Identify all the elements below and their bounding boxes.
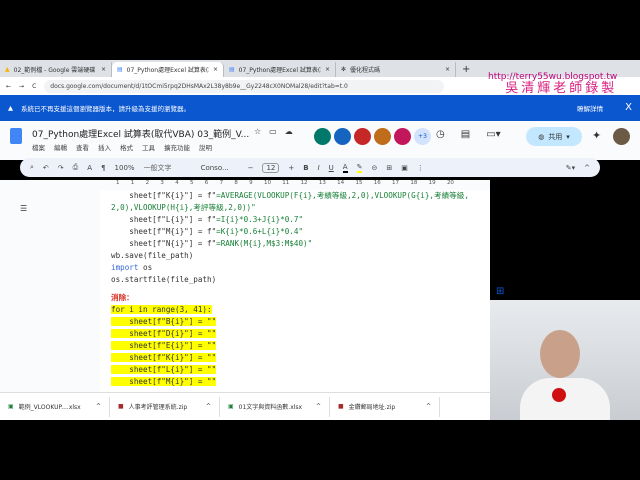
collapse-icon[interactable]: ^ [584, 164, 590, 172]
collaborators: +3 [314, 128, 431, 145]
undo-icon[interactable]: ↶ [43, 164, 49, 172]
redo-icon[interactable]: ↷ [58, 164, 64, 172]
webcam-overlay [490, 300, 640, 420]
presenter-shirt [520, 378, 610, 420]
back-icon[interactable]: ← [6, 83, 11, 90]
close-icon[interactable]: × [213, 66, 218, 73]
font-select[interactable]: Conso... [201, 164, 239, 172]
close-icon[interactable]: × [325, 66, 330, 73]
avatar[interactable] [334, 128, 351, 145]
chevron-down-icon: ▾ [566, 132, 570, 141]
tab-optimize[interactable]: ✻ 優化程式碼 × [336, 62, 456, 77]
comments-icon[interactable]: ▤ [461, 129, 470, 140]
gemini-icon[interactable]: ✦ [592, 129, 601, 142]
excel-file-icon: ▣ [228, 403, 234, 410]
more-icon[interactable]: ⋮ [417, 164, 424, 172]
forward-icon[interactable]: → [19, 83, 24, 90]
menu-format[interactable]: 格式 [120, 142, 133, 152]
zip-file-icon: ■ [338, 403, 344, 410]
image-icon[interactable]: ▣ [401, 164, 408, 172]
tab-drive[interactable]: ▲ 02_範例檔 - Google 雲端硬碟 × [0, 62, 112, 77]
menu-help[interactable]: 說明 [199, 142, 212, 152]
account-avatar[interactable] [613, 128, 630, 145]
download-item[interactable]: ▣ 範例_VLOOKUP....xlsx ^ [0, 396, 110, 417]
downloads-bar: ▣ 範例_VLOOKUP....xlsx ^ ■ 人事考評管理系統.zip ^ ▣ 01文… [0, 392, 490, 420]
close-icon[interactable]: × [101, 66, 106, 73]
underline-button[interactable]: U [329, 164, 334, 172]
bold-button[interactable]: B [303, 164, 308, 172]
search-icon[interactable]: ⌕ [30, 163, 34, 172]
more-collaborators[interactable]: +3 [414, 128, 431, 145]
watermark: http://terry55wu.blogspot.tw 吳清輝老師錄製 [488, 72, 618, 96]
download-item[interactable]: ▣ 01文字與資料函數.xlsx ^ [220, 396, 330, 417]
download-item[interactable]: ■ 人事考評管理系統.zip ^ [110, 396, 220, 417]
warning-icon: ▲ [8, 103, 13, 112]
chevron-up-icon[interactable]: ^ [316, 403, 321, 410]
text-color-button[interactable]: A [342, 163, 348, 173]
history-icon[interactable]: ◷ [436, 129, 445, 140]
presenter-face [540, 330, 580, 378]
zoom-select[interactable]: 100% [115, 164, 135, 172]
microphone [552, 388, 566, 402]
document-area: ☰ sheet[f"K{i}"] = f"=AVERAGE(VLOOKUP(F{… [0, 190, 504, 392]
star-icon[interactable]: ☆ [254, 127, 261, 136]
editing-mode-icon[interactable]: ✎▾ [566, 164, 575, 172]
chevron-up-icon[interactable]: ^ [426, 403, 431, 410]
url-input[interactable]: docs.google.com/document/d/1tOCmi5rpq2DH… [44, 79, 445, 93]
menu-insert[interactable]: 插入 [98, 142, 111, 152]
reload-icon[interactable]: C [32, 83, 36, 90]
italic-button[interactable]: I [318, 164, 320, 172]
tab-doc-active[interactable]: ▤07_Python處理Excel 試算表(取代× [112, 62, 224, 77]
outline-icon[interactable]: ☰ [20, 204, 27, 213]
spellcheck-icon[interactable]: A [87, 164, 92, 172]
close-icon[interactable]: × [445, 66, 450, 73]
docs-logo-icon [10, 128, 22, 144]
folder-icon[interactable]: ▭ [269, 127, 277, 136]
document-page[interactable]: sheet[f"K{i}"] = f"=AVERAGE(VLOOKUP(F{i}… [100, 190, 490, 392]
print-icon[interactable]: ⎙ [73, 163, 79, 172]
tab-doc[interactable]: ▤07_Python處理Excel 試算表(取代× [224, 62, 336, 77]
close-banner-button[interactable]: X [625, 102, 632, 113]
docs-icon: ▤ [229, 66, 235, 73]
add-comment-float-icon[interactable]: ⊞ [496, 286, 504, 297]
decrease-font-icon[interactable]: − [248, 164, 254, 172]
avatar[interactable] [314, 128, 331, 145]
drive-icon: ▲ [5, 66, 10, 73]
menu-file[interactable]: 檔案 [32, 142, 45, 152]
chevron-up-icon[interactable]: ^ [206, 403, 211, 410]
share-button[interactable]: ◍ 共用 ▾ [526, 127, 582, 146]
formatting-toolbar: ⌕ ↶ ↷ ⎙ A ¶ 100% 一般文字 Conso... − 12 + B I U A ✎… [20, 158, 600, 177]
meet-icon[interactable]: ▭▾ [486, 129, 500, 140]
link-icon[interactable]: ⊝ [371, 164, 377, 172]
highlight-icon[interactable]: ✎ [356, 163, 363, 173]
unsupported-browser-banner: ▲ 系統已不再支援這個瀏覽器版本，請升級為支援的瀏覽器。 瞭解詳情 X [0, 95, 640, 120]
chatgpt-icon: ✻ [341, 66, 347, 73]
chevron-up-icon[interactable]: ^ [96, 403, 101, 410]
menu-tools[interactable]: 工具 [142, 142, 155, 152]
menu-view[interactable]: 查看 [76, 142, 89, 152]
avatar[interactable] [354, 128, 371, 145]
menu-extensions[interactable]: 擴充功能 [164, 142, 190, 152]
globe-icon: ◍ [538, 132, 545, 141]
menu-edit[interactable]: 編輯 [54, 142, 67, 152]
learn-more-link[interactable]: 瞭解詳情 [577, 103, 603, 113]
ruler: 1 1 2 3 4 5 6 7 8 9 10 11 12 13 14 15 16 17 18 19 20 [0, 180, 490, 190]
excel-file-icon: ▣ [8, 403, 14, 410]
font-size-input[interactable]: 12 [262, 162, 280, 173]
docs-icon: ▤ [117, 66, 123, 73]
zip-file-icon: ■ [118, 403, 124, 410]
paint-format-icon[interactable]: ¶ [101, 164, 105, 172]
avatar[interactable] [394, 128, 411, 145]
new-tab-button[interactable]: + [456, 64, 476, 77]
section-heading: 消除： [111, 293, 134, 302]
style-select[interactable]: 一般文字 [144, 163, 192, 173]
add-comment-icon[interactable]: ⊞ [386, 164, 392, 172]
docs-header: 07_Python處理Excel 試算表(取代VBA) 03_範例_V... 檔… [0, 120, 640, 160]
menu-bar: 檔案 編輯 查看 插入 格式 工具 擴充功能 說明 [32, 142, 212, 152]
download-item[interactable]: ■ 金鑽郵局地址.zip ^ [330, 396, 440, 417]
increase-font-icon[interactable]: + [288, 164, 294, 172]
document-title[interactable]: 07_Python處理Excel 試算表(取代VBA) 03_範例_V... [32, 127, 249, 140]
cloud-icon[interactable]: ☁ [285, 127, 293, 136]
avatar[interactable] [374, 128, 391, 145]
